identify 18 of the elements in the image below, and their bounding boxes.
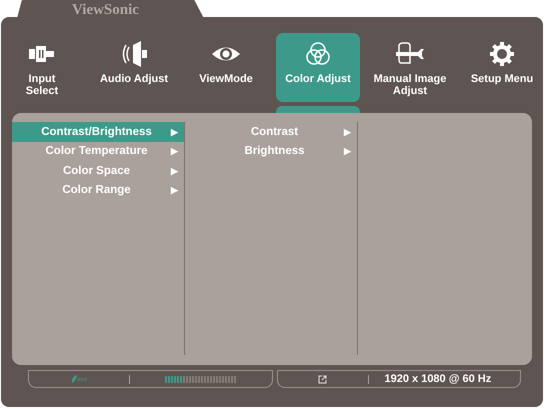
submenu-item[interactable]: Contrast ▶ — [185, 122, 357, 142]
settings-icon — [487, 41, 517, 67]
menu-tab[interactable]: ViewMode — [184, 33, 268, 102]
menu-tab[interactable]: Manual Image Adjust — [368, 33, 452, 102]
menu-item[interactable]: Contrast/Brightness ▶ — [12, 122, 184, 142]
brand-logo: ViewSonic — [72, 2, 139, 19]
submenu-item[interactable]: Brightness ▶ — [185, 142, 357, 161]
external-link-icon — [318, 374, 327, 384]
leaf-icon — [71, 375, 78, 383]
menu-tab[interactable]: Audio Adjust — [92, 33, 176, 102]
menu-item[interactable]: Color Space ▶ — [12, 161, 184, 180]
menu-item[interactable]: Color Range ▶ — [12, 180, 184, 200]
resolution-text: 1920 x 1080 @ 60 Hz — [384, 373, 492, 385]
menu-tab[interactable]: Input Select — [0, 33, 84, 102]
menu-tab[interactable]: Setup Menu — [460, 33, 544, 102]
hand-wrench-icon — [395, 41, 425, 67]
menu-item[interactable]: Color Temperature ▶ — [12, 142, 184, 161]
menu-tab[interactable]: Color Adjust — [276, 33, 360, 102]
